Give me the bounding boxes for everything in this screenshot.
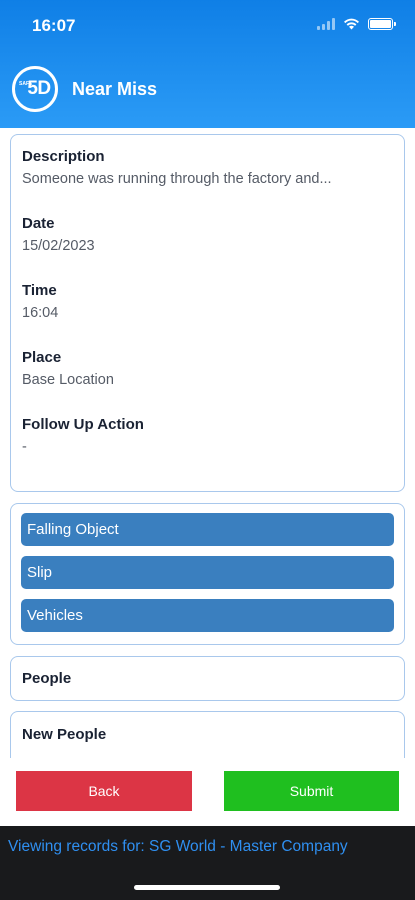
cellular-signal-icon (317, 18, 335, 30)
date-field: Date 15/02/2023 (22, 215, 393, 264)
home-indicator[interactable] (134, 885, 280, 890)
field-value: 15/02/2023 (22, 238, 95, 254)
app-logo: SAFE 5D (12, 66, 58, 112)
hazard-tags-card: Falling Object Slip Vehicles (10, 503, 405, 645)
field-value: Someone was running through the factory … (22, 171, 332, 187)
page-title: Near Miss (72, 78, 158, 99)
details-card: Description Someone was running through … (10, 134, 405, 492)
new-people-section[interactable]: New People (10, 711, 405, 758)
app-header: 16:07 SAFE 5D Near Miss (0, 0, 415, 128)
field-label: Description (22, 148, 105, 165)
wifi-icon (344, 18, 359, 30)
action-bar: Back Submit (0, 758, 415, 826)
back-button[interactable]: Back (16, 771, 192, 811)
submit-button[interactable]: Submit (224, 771, 399, 811)
people-label: People (22, 670, 72, 687)
nav-bar: SAFE 5D Near Miss (12, 66, 157, 112)
follow-up-action-field: Follow Up Action - (22, 416, 393, 465)
field-label: Place (22, 349, 62, 366)
tag-falling-object[interactable]: Falling Object (21, 513, 394, 546)
field-label: Date (22, 215, 55, 232)
field-value: Base Location (22, 372, 114, 388)
field-value: - (22, 439, 27, 455)
status-time: 16:07 (32, 16, 76, 35)
logo-small-text: SAFE (19, 81, 33, 87)
tag-vehicles[interactable]: Vehicles (21, 599, 394, 632)
field-value: 16:04 (22, 305, 59, 321)
people-section[interactable]: People (10, 656, 405, 701)
status-icons (317, 18, 396, 30)
company-context-link[interactable]: Viewing records for: SG World - Master C… (8, 838, 348, 856)
field-label: Time (22, 282, 57, 299)
field-label: Follow Up Action (22, 416, 144, 433)
time-field: Time 16:04 (22, 282, 393, 331)
place-field: Place Base Location (22, 349, 393, 398)
new-people-label: New People (22, 726, 107, 743)
record-content[interactable]: Description Someone was running through … (0, 128, 415, 758)
tag-slip[interactable]: Slip (21, 556, 394, 589)
description-field: Description Someone was running through … (22, 148, 393, 197)
status-bar: 16:07 (0, 0, 415, 50)
battery-icon (368, 18, 396, 30)
footer: Viewing records for: SG World - Master C… (0, 826, 415, 900)
